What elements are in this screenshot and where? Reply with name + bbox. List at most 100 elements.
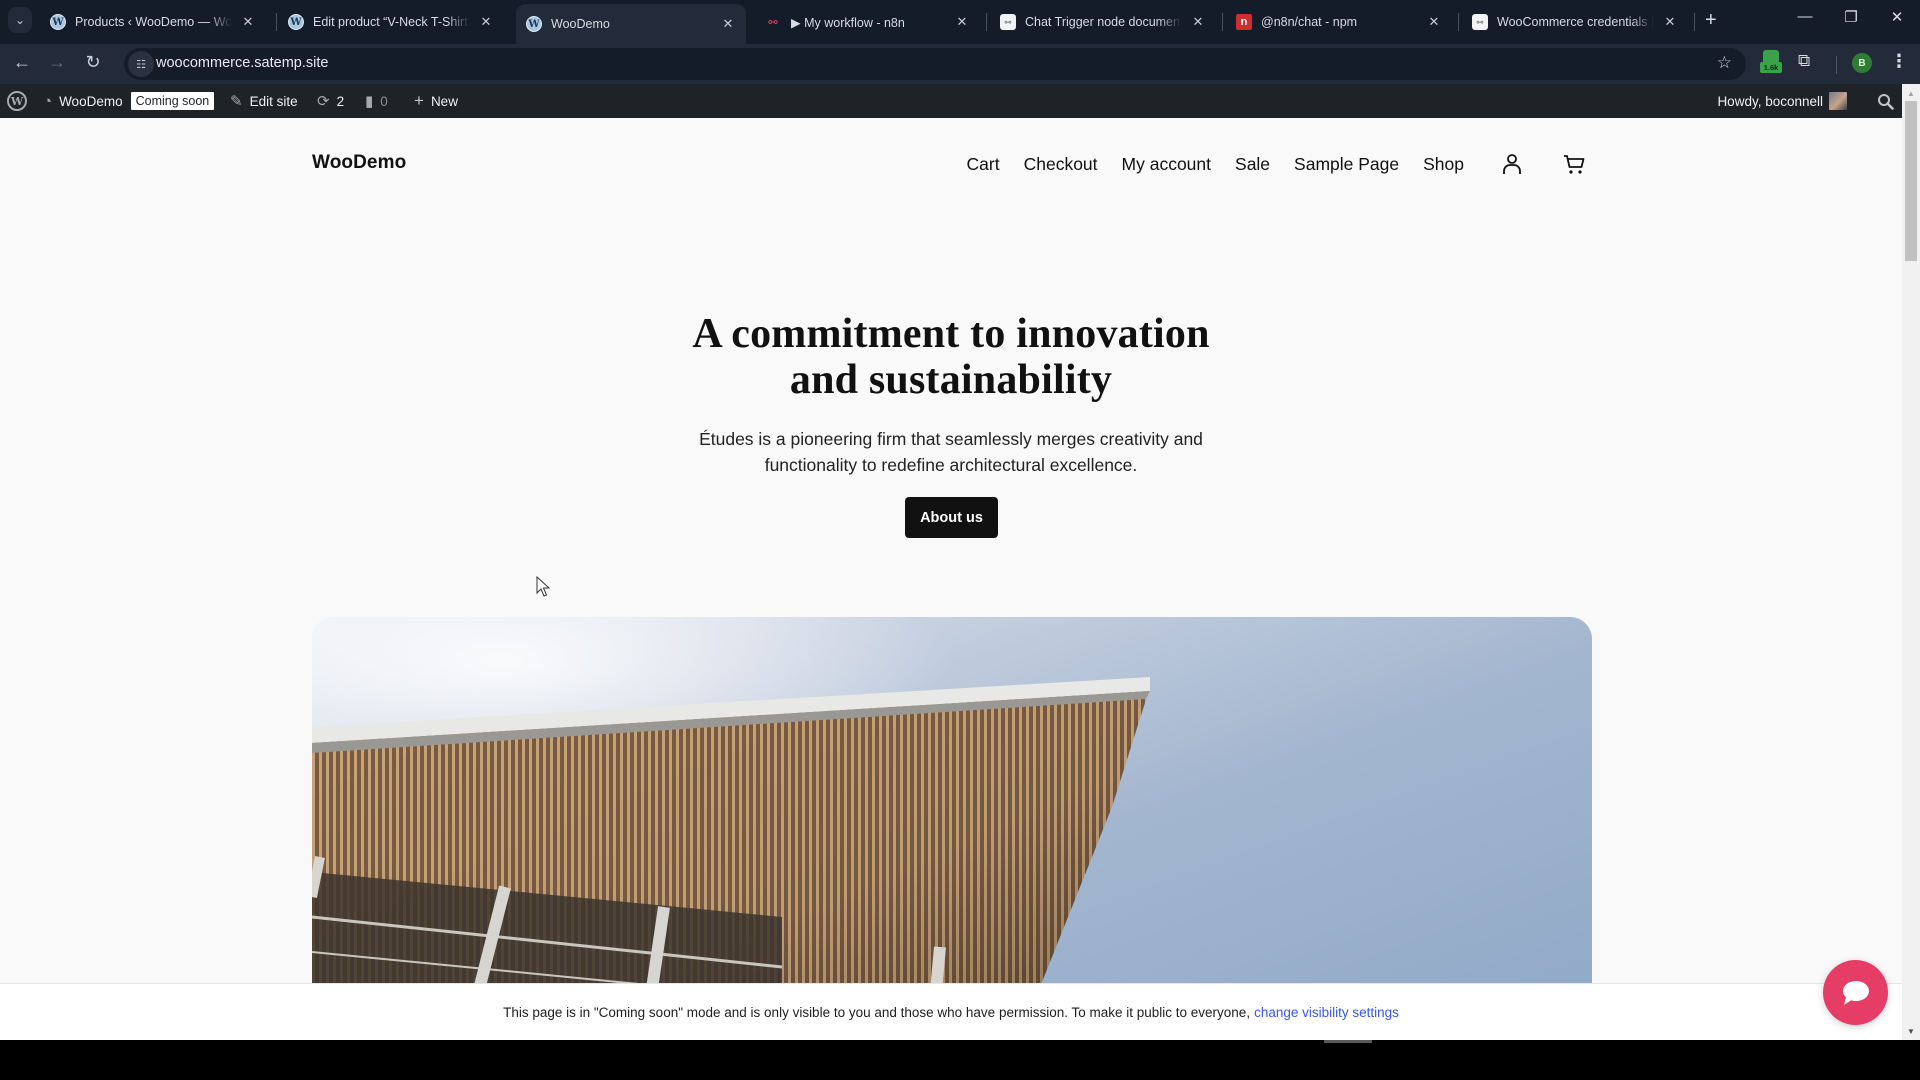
address-bar[interactable]: ☷ woocommerce.satemp.site ☆ (124, 48, 1746, 80)
close-icon[interactable]: ✕ (954, 14, 970, 30)
close-icon[interactable]: ✕ (478, 14, 494, 30)
my-account-menu[interactable]: Howdy, boconnell (1717, 84, 1847, 118)
tab-divider (276, 13, 277, 31)
extension-badge: 1.6k (1760, 62, 1782, 73)
tab-title: Products ‹ WooDemo — WordPress (75, 15, 232, 29)
change-visibility-link[interactable]: change visibility settings (1254, 1005, 1399, 1020)
chat-launcher-button[interactable] (1823, 960, 1888, 1025)
nav-link-my-account[interactable]: My account (1122, 154, 1211, 175)
browser-tab[interactable]: n @n8n/chat - npm ✕ (1226, 4, 1452, 40)
taskbar-indicator (1324, 1040, 1372, 1043)
restore-button[interactable]: ❐ (1836, 8, 1866, 26)
hero-image (312, 617, 1592, 1040)
updates-refresh-icon: ⟳ (317, 93, 330, 110)
tab-divider (986, 13, 987, 31)
forward-button[interactable]: → (43, 52, 71, 73)
browser-tab-active[interactable]: W WooDemo ✕ (516, 4, 746, 44)
tab-title: Chat Trigger node documentation (1025, 15, 1182, 29)
arrow-left-icon: ← (13, 52, 31, 72)
browser-tab[interactable]: W Products ‹ WooDemo — WordPress ✕ (40, 4, 266, 40)
tune-icon: ☷ (136, 58, 146, 71)
close-icon[interactable]: ✕ (1662, 14, 1678, 30)
site-name-menu[interactable]: ◔ WooDemo Coming soon (43, 84, 215, 118)
site-navigation: Cart Checkout My account Sale Sample Pag… (943, 152, 1586, 176)
nav-link-sale[interactable]: Sale (1235, 154, 1270, 175)
page-scrollbar[interactable]: ▲ ▼ (1902, 84, 1920, 1040)
wp-logo-menu[interactable]: W (7, 84, 27, 118)
npm-icon: n (1236, 14, 1252, 30)
back-button[interactable]: ← (8, 52, 36, 73)
about-us-button[interactable]: About us (905, 497, 998, 538)
bookmark-star-icon[interactable]: ☆ (1717, 53, 1732, 73)
scroll-down-arrow-icon[interactable]: ▼ (1902, 1024, 1920, 1040)
hero-heading: A commitment to innovation and sustainab… (0, 311, 1902, 403)
nav-link-sample-page[interactable]: Sample Page (1294, 154, 1399, 175)
new-label: New (430, 93, 458, 109)
hero-description: Études is a pioneering firm that seamles… (0, 426, 1902, 478)
browser-tab-strip: ⌄ W Products ‹ WooDemo — WordPress ✕ W E… (0, 0, 1920, 44)
url-text[interactable]: woocommerce.satemp.site (156, 55, 328, 71)
notice-text: This page is in "Coming soon" mode and i… (503, 1004, 1251, 1020)
search-icon (1878, 93, 1894, 110)
page-viewport: W ◔ WooDemo Coming soon ✎ Edit site ⟳ 2 … (0, 84, 1920, 1040)
nav-link-shop[interactable]: Shop (1423, 154, 1464, 175)
more-menu-icon[interactable]: ⋮ (1890, 51, 1908, 72)
tab-title: WooDemo (551, 17, 610, 31)
hero-description-line: Études is a pioneering firm that seamles… (699, 429, 1203, 449)
tab-title: WooCommerce credentials | n8n (1497, 15, 1654, 29)
new-content-menu[interactable]: + New (414, 84, 458, 118)
tab-title: ▶ My workflow - n8n (791, 15, 905, 30)
nav-link-cart[interactable]: Cart (967, 154, 1000, 175)
n8n-icon: ⚯ (768, 16, 778, 29)
scroll-up-arrow-icon[interactable]: ▲ (1902, 86, 1920, 102)
site-info-button[interactable]: ☷ (128, 51, 154, 77)
edit-site-label: Edit site (249, 93, 298, 109)
cart-icon[interactable] (1562, 152, 1586, 176)
close-icon[interactable]: ✕ (720, 16, 736, 32)
arrow-right-icon: → (48, 52, 66, 72)
new-tab-button[interactable]: + (1705, 9, 1717, 31)
coming-soon-notice: This page is in "Coming soon" mode and i… (0, 983, 1902, 1040)
browser-tab[interactable]: ⚯ Chat Trigger node documentation ✕ (990, 4, 1216, 40)
hero-heading-line: A commitment to innovation (692, 311, 1210, 357)
tab-search-button[interactable]: ⌄ (8, 7, 32, 33)
browser-tab[interactable]: ⚯ ▶ My workflow - n8n ✕ (754, 4, 980, 40)
extension-button[interactable]: 1.6k (1760, 50, 1782, 76)
browser-tab[interactable]: W Edit product “V-Neck T-Shirt” ‹ ✕ (278, 4, 504, 40)
comments-link[interactable]: ▮ 0 (365, 84, 388, 118)
close-icon[interactable]: ✕ (1190, 14, 1206, 30)
close-icon[interactable]: ✕ (1426, 14, 1442, 30)
updates-link[interactable]: ⟳ 2 (317, 84, 344, 118)
wordpress-icon: W (288, 14, 304, 30)
edit-site-link[interactable]: ✎ Edit site (230, 84, 298, 118)
site-title[interactable]: WooDemo (312, 152, 406, 174)
hero-description-line: functionality to redefine architectural … (764, 455, 1138, 475)
plus-icon: + (414, 91, 424, 110)
hero-heading-line: and sustainability (789, 357, 1113, 403)
window-close-button[interactable]: ✕ (1882, 8, 1912, 26)
tab-title: Edit product “V-Neck T-Shirt” ‹ (313, 15, 470, 29)
site-name-label: WooDemo (59, 93, 123, 109)
scrollbar-thumb[interactable] (1905, 101, 1917, 261)
taskbar (0, 1040, 1920, 1080)
close-icon[interactable]: ✕ (240, 14, 256, 30)
coming-soon-badge[interactable]: Coming soon (130, 92, 215, 110)
account-user-icon[interactable] (1500, 152, 1524, 176)
updates-count: 2 (336, 93, 345, 109)
tab-divider (1222, 13, 1223, 31)
wordpress-icon: W (50, 14, 66, 30)
reload-button[interactable]: ↻ (79, 52, 107, 73)
comments-count: 0 (380, 93, 388, 109)
wordpress-icon: W (526, 16, 542, 32)
browser-toolbar: ← → ↻ ☷ woocommerce.satemp.site ☆ 1.6k ⧉… (0, 44, 1920, 84)
browser-tab[interactable]: ⚯ WooCommerce credentials | n8n ✕ (1462, 4, 1688, 40)
tab-title: @n8n/chat - npm (1261, 15, 1358, 29)
paintbrush-icon: ✎ (230, 93, 243, 110)
tab-divider (1694, 13, 1695, 31)
profile-avatar[interactable]: B (1852, 53, 1872, 73)
nav-link-checkout[interactable]: Checkout (1024, 154, 1098, 175)
extensions-puzzle-icon[interactable]: ⧉ (1798, 51, 1810, 71)
admin-search-button[interactable] (1877, 84, 1894, 118)
minimize-button[interactable]: — (1790, 8, 1820, 25)
toolbar-divider (1836, 56, 1837, 74)
